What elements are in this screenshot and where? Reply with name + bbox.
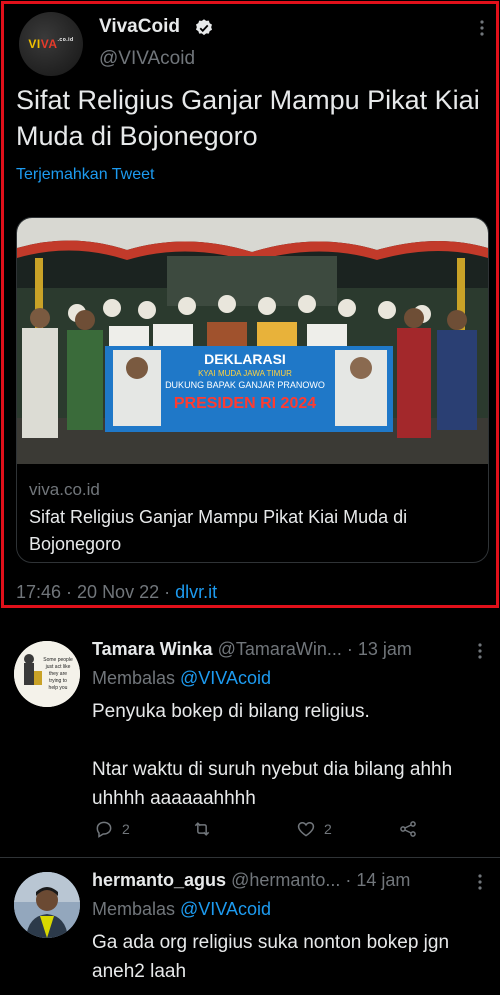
retweet-button[interactable] bbox=[192, 819, 220, 839]
avatar[interactable]: Some people just act like they are tryin… bbox=[14, 641, 80, 707]
avatar[interactable] bbox=[14, 872, 80, 938]
translate-tweet-link[interactable]: Terjemahkan Tweet bbox=[16, 166, 154, 184]
tweet-timestamp: 17:46 · 20 Nov 22 · dlvr.it bbox=[16, 582, 217, 603]
retweet-icon bbox=[194, 822, 210, 836]
svg-text:just act like: just act like bbox=[45, 664, 71, 670]
card-image: DEKLARASI KYAI MUDA JAWA TIMUR DUKUNG BA… bbox=[17, 218, 488, 464]
card-domain: viva.co.id bbox=[29, 480, 100, 499]
reply-icon bbox=[96, 821, 112, 838]
replying-to: Membalas @VIVAcoid bbox=[92, 899, 272, 919]
tweet-time[interactable]: 17:46 · 20 Nov 22 · bbox=[16, 582, 175, 602]
share-icon bbox=[400, 821, 416, 837]
reply-actions: 2 2 bbox=[92, 819, 432, 843]
reply-header: hermanto_agus @hermanto... · 14 jam bbox=[92, 870, 410, 891]
reply-header: Tamara Winka @TamaraWin... · 13 jam bbox=[92, 639, 412, 660]
svg-text:they are: they are bbox=[49, 671, 67, 677]
link-card[interactable]: DEKLARASI KYAI MUDA JAWA TIMUR DUKUNG BA… bbox=[16, 217, 489, 563]
reply-time[interactable]: · 14 jam bbox=[345, 870, 410, 890]
highlighted-tweet[interactable]: VIVA.co.id VivaCoid @VIVAcoid Sifat Reli… bbox=[1, 1, 499, 608]
banner-line-2: KYAI MUDA JAWA TIMUR bbox=[198, 369, 292, 378]
reply-time[interactable]: · 13 jam bbox=[347, 639, 412, 659]
reply-author-name[interactable]: Tamara Winka bbox=[92, 639, 213, 659]
more-options-icon[interactable] bbox=[472, 18, 492, 38]
like-button[interactable]: 2 bbox=[296, 819, 332, 839]
reply-author-handle[interactable]: @TamaraWin... bbox=[218, 639, 342, 659]
avatar-meme-image: Some people just act like they are tryin… bbox=[14, 641, 80, 707]
reply-tweet[interactable]: hermanto_agus @hermanto... · 14 jam Memb… bbox=[0, 858, 500, 995]
avatar[interactable]: VIVA.co.id bbox=[19, 12, 83, 76]
reply-button[interactable]: 2 bbox=[94, 819, 130, 839]
tweet-source-link[interactable]: dlvr.it bbox=[175, 582, 217, 602]
svg-text:trying to: trying to bbox=[49, 678, 67, 684]
banner-line-4: PRESIDEN RI 2024 bbox=[174, 395, 316, 412]
reply-author-handle[interactable]: @hermanto... bbox=[231, 870, 340, 890]
verified-badge-icon bbox=[196, 19, 212, 36]
more-options-icon[interactable] bbox=[470, 872, 490, 892]
reply-text: Ga ada org religius suka nonton bokep jg… bbox=[92, 932, 450, 982]
author-handle[interactable]: @VIVAcoid bbox=[99, 48, 195, 70]
card-title: Sifat Religius Ganjar Mampu Pikat Kiai M… bbox=[29, 507, 408, 554]
share-button[interactable] bbox=[398, 819, 418, 839]
svg-text:Some people: Some people bbox=[43, 657, 73, 663]
tweet-text: Sifat Religius Ganjar Mampu Pikat Kiai M… bbox=[16, 85, 480, 151]
banner-line-3: DUKUNG BAPAK GANJAR PRANOWO bbox=[165, 380, 325, 390]
avatar-photo bbox=[14, 872, 80, 938]
heart-icon bbox=[297, 821, 315, 837]
more-options-icon[interactable] bbox=[470, 641, 490, 661]
svg-text:help you: help you bbox=[49, 685, 68, 691]
reply-tweet[interactable]: Some people just act like they are tryin… bbox=[0, 625, 500, 857]
replying-to: Membalas @VIVAcoid bbox=[92, 668, 272, 688]
replying-to-mention[interactable]: @VIVAcoid bbox=[180, 668, 271, 688]
reply-author-name[interactable]: hermanto_agus bbox=[92, 870, 226, 890]
reply-text: Penyuka bokep di bilang religius. Ntar w… bbox=[92, 701, 453, 809]
author-name[interactable]: VivaCoid bbox=[99, 16, 180, 38]
replying-to-mention[interactable]: @VIVAcoid bbox=[180, 899, 271, 919]
viva-logo: VIVA.co.id bbox=[28, 37, 74, 51]
banner-line-1: DEKLARASI bbox=[204, 351, 286, 367]
